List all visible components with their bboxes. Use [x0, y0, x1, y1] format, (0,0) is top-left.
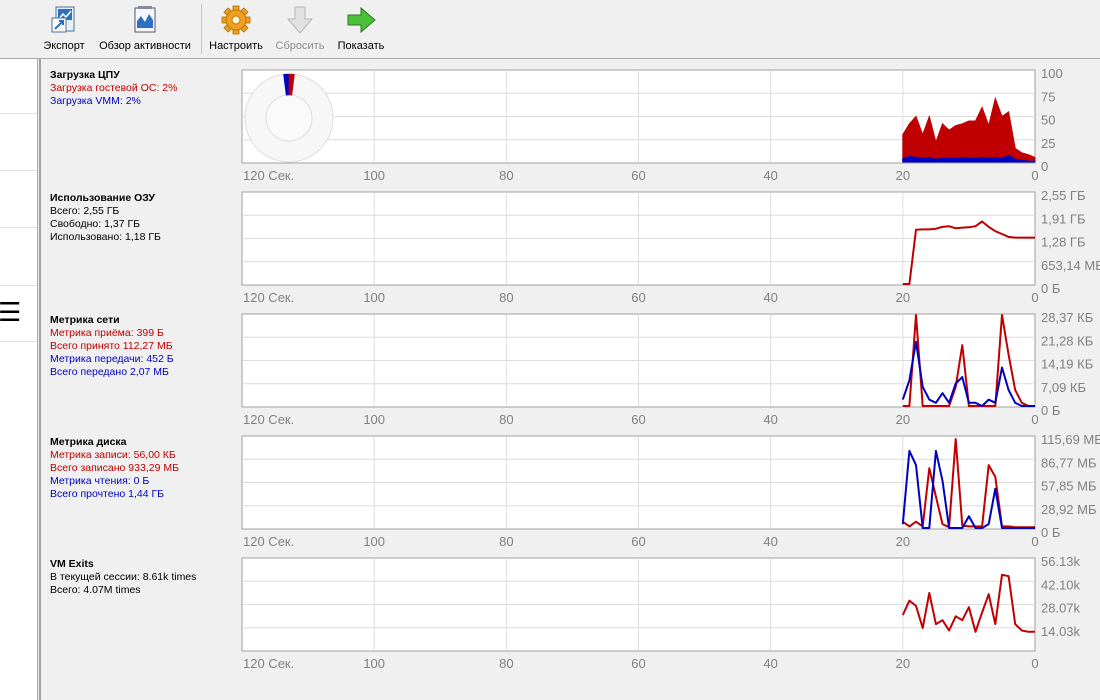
x-tick-label: 40 [763, 168, 777, 183]
x-tick-label: 80 [499, 290, 513, 305]
x-tick-label: 40 [763, 656, 777, 671]
y-tick-label: 50 [1041, 113, 1055, 128]
y-tick-label: 21,28 КБ [1041, 333, 1093, 348]
x-tick-label: 80 [499, 534, 513, 549]
x-tick-label: 60 [631, 412, 645, 427]
y-tick-label: 28,92 МБ [1041, 502, 1097, 517]
x-tick-label: 80 [499, 168, 513, 183]
x-tick-label: 120 Сек. [243, 656, 294, 671]
y-tick-label: 28,37 КБ [1041, 310, 1093, 325]
performance-charts: 120 Сек. 100 80 60 40 20 0 100 75 50 25 0 120 Сек. 10… [241, 66, 1100, 671]
y-tick-label: 25 [1041, 136, 1055, 151]
x-tick-label: 0 [1031, 656, 1038, 671]
x-tick-label: 0 [1031, 290, 1038, 305]
x-tick-label: 0 [1031, 412, 1038, 427]
cpu-pie-hole [265, 94, 313, 142]
x-tick-label: 100 [363, 290, 385, 305]
x-tick-label: 60 [631, 534, 645, 549]
y-tick-label: 42.10k [1041, 577, 1081, 592]
x-tick-label: 20 [896, 534, 910, 549]
cpu-chart: 120 Сек. 100 80 60 40 20 0 100 75 50 25 0 [241, 66, 1063, 183]
x-tick-label: 100 [363, 534, 385, 549]
y-tick-label: 14,19 КБ [1041, 357, 1093, 372]
x-tick-label: 100 [363, 656, 385, 671]
x-tick-label: 20 [896, 656, 910, 671]
y-tick-label: 86,77 МБ [1041, 455, 1097, 470]
x-tick-label: 120 Сек. [243, 534, 294, 549]
y-tick-label: 57,85 МБ [1041, 479, 1097, 494]
y-tick-label: 14.03k [1041, 624, 1081, 639]
x-tick-label: 120 Сек. [243, 168, 294, 183]
x-tick-label: 60 [631, 656, 645, 671]
x-tick-label: 20 [896, 412, 910, 427]
y-tick-label: 100 [1041, 66, 1063, 81]
exits-chart: 120 Сек. 100 80 60 40 20 0 56.13k 42.10k 28.07k 14… [241, 554, 1081, 671]
x-tick-label: 120 Сек. [243, 290, 294, 305]
x-tick-label: 20 [896, 168, 910, 183]
y-tick-label: 56.13k [1041, 554, 1081, 569]
x-tick-label: 20 [896, 290, 910, 305]
x-tick-label: 60 [631, 290, 645, 305]
y-tick-label: 1,91 ГБ [1041, 211, 1085, 226]
y-tick-label: 1,28 ГБ [1041, 235, 1085, 250]
x-tick-label: 40 [763, 290, 777, 305]
y-tick-label: 28.07k [1041, 601, 1081, 616]
disk-chart: 120 Сек. 100 80 60 40 20 0 115,69 МБ 86,77 МБ 57,… [241, 432, 1100, 549]
x-tick-label: 60 [631, 168, 645, 183]
net-chart: 120 Сек. 100 80 60 40 20 0 28,37 КБ 21,28 КБ 14,1… [241, 310, 1093, 427]
x-tick-label: 0 [1031, 534, 1038, 549]
x-tick-label: 40 [763, 412, 777, 427]
ram-chart: 120 Сек. 100 80 60 40 20 0 2,55 ГБ 1,91 ГБ 1,28 Г… [241, 188, 1100, 305]
x-tick-label: 40 [763, 534, 777, 549]
y-tick-label: 7,09 КБ [1041, 380, 1086, 395]
x-tick-label: 0 [1031, 168, 1038, 183]
y-tick-label: 75 [1041, 89, 1055, 104]
y-tick-label: 115,69 МБ [1041, 432, 1100, 447]
x-tick-label: 100 [363, 168, 385, 183]
x-tick-label: 80 [499, 412, 513, 427]
x-tick-label: 120 Сек. [243, 412, 294, 427]
y-tick-label: 0 Б [1041, 281, 1060, 296]
y-tick-label: 2,55 ГБ [1041, 188, 1085, 203]
x-tick-label: 80 [499, 656, 513, 671]
y-tick-label: 653,14 МБ [1041, 258, 1100, 273]
y-tick-label: 0 Б [1041, 525, 1060, 540]
x-tick-label: 100 [363, 412, 385, 427]
y-tick-label: 0 Б [1041, 403, 1060, 418]
y-tick-label: 0 [1041, 159, 1048, 174]
